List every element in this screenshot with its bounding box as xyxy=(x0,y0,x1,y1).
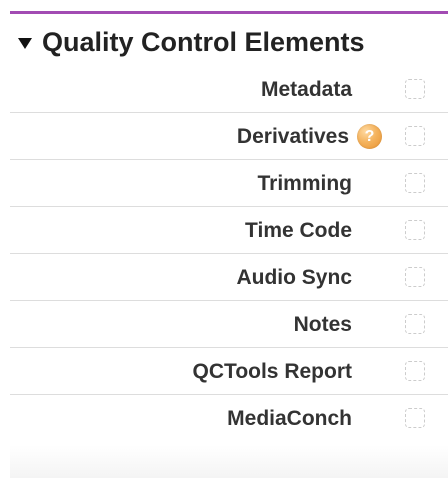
top-spacer xyxy=(0,0,448,6)
qc-label-mediaconch: MediaConch xyxy=(227,407,352,430)
bottom-fade xyxy=(10,445,448,478)
collapse-triangle-icon[interactable] xyxy=(18,37,32,49)
qc-label-wrap: Audio Sync xyxy=(236,254,352,301)
qc-label-wrap: Trimming xyxy=(257,160,352,207)
qc-label-time-code: Time Code xyxy=(245,219,352,242)
qc-label-wrap: MediaConch xyxy=(227,395,352,442)
section-title: Quality Control Elements xyxy=(42,27,365,57)
qc-label-wrap: Notes xyxy=(294,301,352,348)
qc-label-wrap: Derivatives ? xyxy=(236,113,382,160)
qc-row-metadata: Metadata xyxy=(10,66,448,113)
qc-label-wrap: Time Code xyxy=(245,207,352,254)
section-accent-bar xyxy=(10,11,448,14)
qc-label-metadata: Metadata xyxy=(260,78,352,101)
qc-row-mediaconch: MediaConch xyxy=(10,395,448,442)
time-code-checkbox[interactable] xyxy=(405,220,425,240)
qctools-report-checkbox[interactable] xyxy=(405,361,425,381)
derivatives-checkbox[interactable] xyxy=(405,126,425,146)
qc-row-time-code: Time Code xyxy=(10,207,448,254)
qc-row-trimming: Trimming xyxy=(10,160,448,207)
qc-elements-list: Metadata Derivatives ? Trimming Time Cod… xyxy=(10,66,448,442)
qc-row-notes: Notes xyxy=(10,301,448,348)
qc-label-trimming: Trimming xyxy=(257,172,352,195)
notes-checkbox[interactable] xyxy=(405,314,425,334)
qc-label-wrap: QCTools Report xyxy=(193,348,352,395)
mediaconch-checkbox[interactable] xyxy=(405,408,425,428)
qc-row-derivatives: Derivatives ? xyxy=(10,113,448,160)
qc-label-wrap: Metadata xyxy=(261,66,352,113)
qc-label-notes: Notes xyxy=(293,313,352,336)
metadata-checkbox[interactable] xyxy=(405,79,425,99)
help-icon[interactable]: ? xyxy=(357,124,382,149)
qc-row-qctools-report: QCTools Report xyxy=(10,348,448,395)
qc-label-audio-sync: Audio Sync xyxy=(236,266,352,289)
section-header[interactable]: Quality Control Elements xyxy=(18,26,365,58)
audio-sync-checkbox[interactable] xyxy=(405,267,425,287)
qc-label-derivatives: Derivatives xyxy=(236,125,349,148)
qc-row-audio-sync: Audio Sync xyxy=(10,254,448,301)
trimming-checkbox[interactable] xyxy=(405,173,425,193)
qc-label-qctools-report: QCTools Report xyxy=(192,360,352,383)
